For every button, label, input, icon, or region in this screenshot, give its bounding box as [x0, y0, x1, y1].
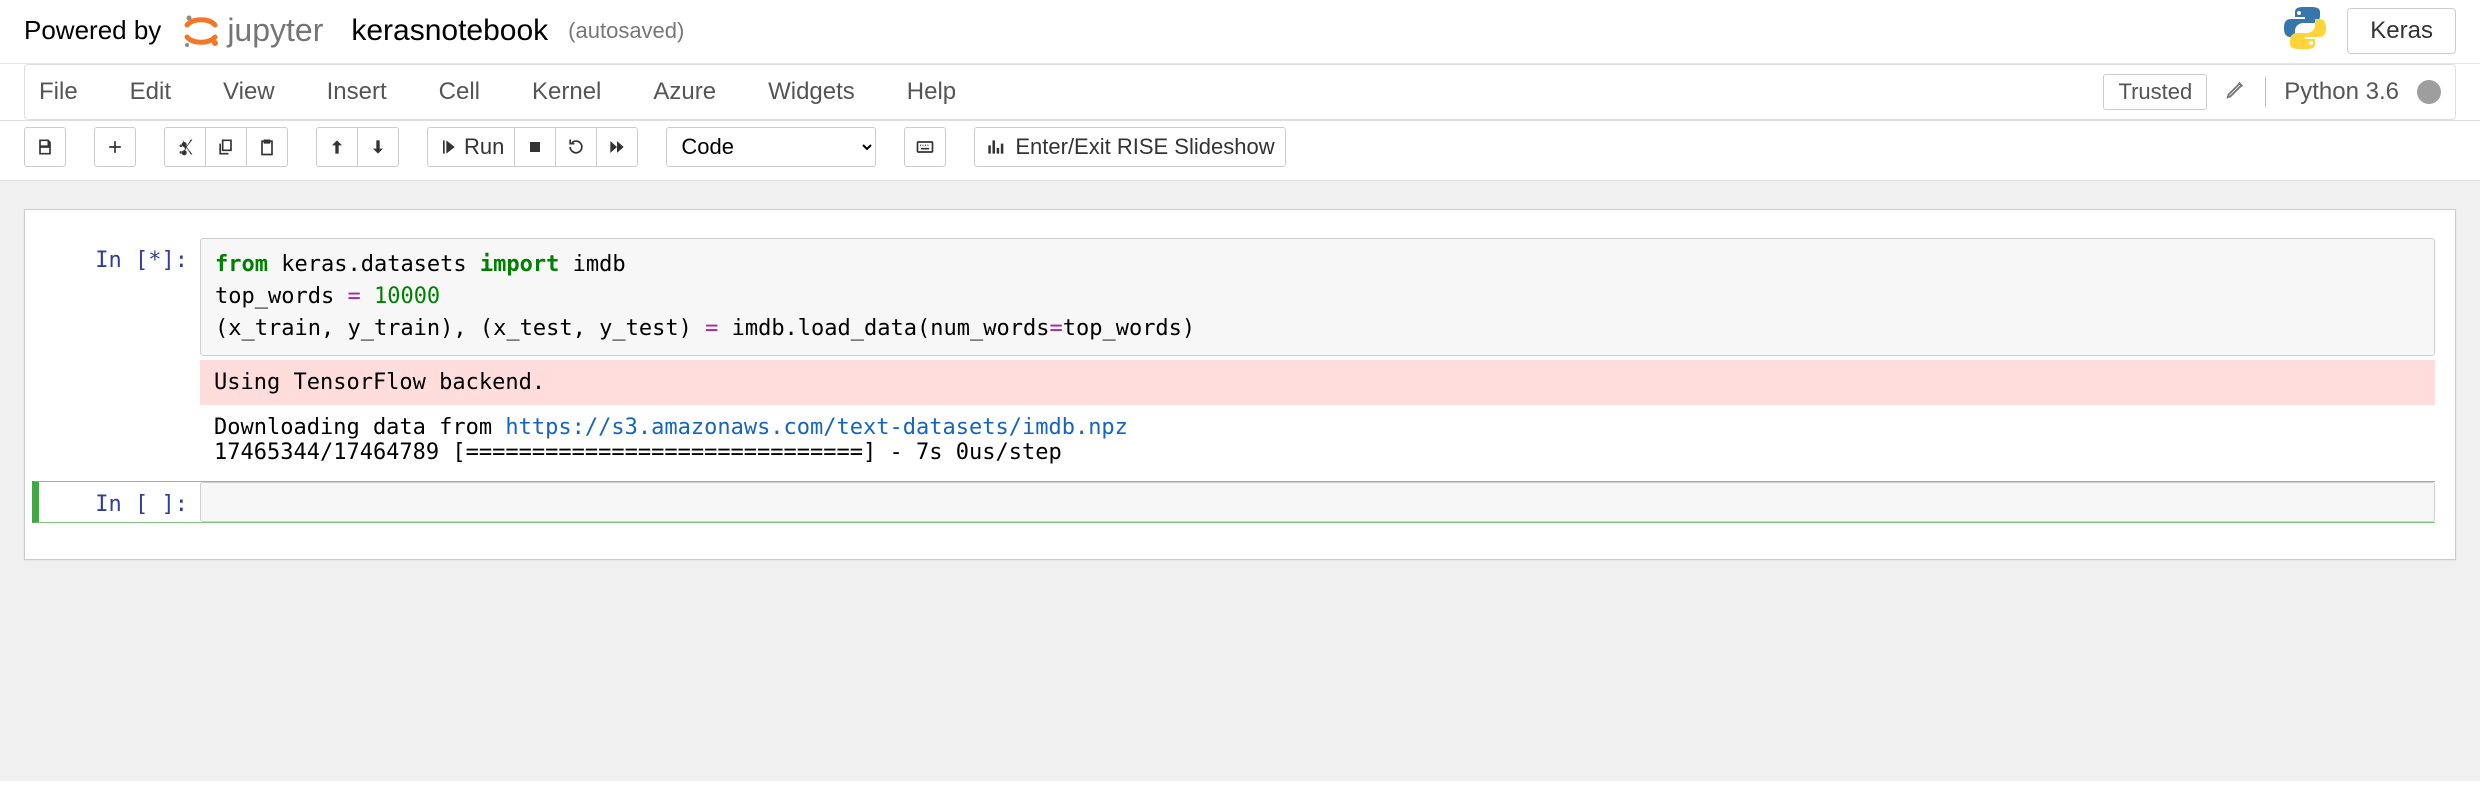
- arrow-up-icon: [327, 137, 347, 157]
- keras-kernel-pill[interactable]: Keras: [2347, 8, 2456, 54]
- scissors-icon: [175, 137, 195, 157]
- powered-by-label: Powered by: [24, 15, 161, 46]
- code-cell[interactable]: In [*]: from keras.datasets import imdb …: [45, 238, 2435, 475]
- menu-view[interactable]: View: [223, 78, 275, 106]
- move-group: [316, 127, 399, 167]
- cut-button[interactable]: [164, 127, 206, 167]
- run-group: Run: [427, 127, 638, 167]
- stop-icon: [525, 137, 545, 157]
- header-bar: Powered by jupyter kerasnotebook (autosa…: [0, 0, 2480, 64]
- move-down-button[interactable]: [357, 127, 399, 167]
- edit-icon[interactable]: [2225, 78, 2247, 106]
- autosave-indicator: (autosaved): [568, 18, 684, 44]
- run-button[interactable]: Run: [427, 127, 515, 167]
- menu-edit[interactable]: Edit: [130, 78, 171, 106]
- jupyter-logo[interactable]: jupyter: [179, 9, 323, 53]
- run-label: Run: [464, 134, 504, 160]
- code-cell-selected[interactable]: In [ ]:: [32, 481, 2435, 523]
- edit-group: [164, 127, 288, 167]
- run-step-icon: [438, 137, 458, 157]
- menu-widgets[interactable]: Widgets: [768, 78, 855, 106]
- stdout-text: Downloading data from: [214, 415, 505, 440]
- move-up-button[interactable]: [316, 127, 358, 167]
- save-button[interactable]: [24, 127, 66, 167]
- jupyter-name: jupyter: [227, 12, 323, 49]
- menu-file[interactable]: File: [39, 78, 78, 106]
- plus-icon: [105, 137, 125, 157]
- input-prompt: In [*]:: [45, 238, 200, 475]
- fast-forward-icon: [607, 137, 627, 157]
- stdout-text: 17465344/17464789 [=====================…: [214, 440, 1062, 465]
- jupyter-logo-icon: [179, 9, 223, 53]
- menubar-container: File Edit View Insert Cell Kernel Azure …: [0, 64, 2480, 121]
- arrow-down-icon: [368, 137, 388, 157]
- paste-button[interactable]: [246, 127, 288, 167]
- input-prompt: In [ ]:: [45, 482, 200, 522]
- command-palette-button[interactable]: [904, 127, 946, 167]
- notebook-scroll-area[interactable]: In [*]: from keras.datasets import imdb …: [0, 181, 2480, 781]
- bar-chart-icon: [985, 137, 1005, 157]
- menu-insert[interactable]: Insert: [327, 78, 387, 106]
- copy-button[interactable]: [205, 127, 247, 167]
- menubar: File Edit View Insert Cell Kernel Azure …: [24, 64, 2456, 120]
- code-input-area[interactable]: from keras.datasets import imdb top_word…: [200, 238, 2435, 356]
- rise-label: Enter/Exit RISE Slideshow: [1015, 134, 1274, 160]
- paste-icon: [257, 137, 277, 157]
- restart-run-all-button[interactable]: [596, 127, 638, 167]
- keyboard-icon: [915, 137, 935, 157]
- menu-help[interactable]: Help: [907, 78, 956, 106]
- cell-type-select[interactable]: Code: [666, 127, 876, 167]
- rise-slideshow-button[interactable]: Enter/Exit RISE Slideshow: [974, 127, 1285, 167]
- notebook-title[interactable]: kerasnotebook: [351, 14, 548, 48]
- menu-kernel[interactable]: Kernel: [532, 78, 601, 106]
- kernel-name[interactable]: Python 3.6: [2284, 78, 2399, 106]
- menu-items: File Edit View Insert Cell Kernel Azure …: [39, 78, 956, 106]
- divider: [2265, 77, 2266, 107]
- interrupt-button[interactable]: [514, 127, 556, 167]
- stdout-link[interactable]: https://s3.amazonaws.com/text-datasets/i…: [505, 415, 1128, 440]
- insert-cell-below-button[interactable]: [94, 127, 136, 167]
- notebook-container: In [*]: from keras.datasets import imdb …: [24, 209, 2456, 560]
- kernel-busy-indicator-icon[interactable]: [2417, 80, 2441, 104]
- menu-cell[interactable]: Cell: [439, 78, 480, 106]
- menu-azure[interactable]: Azure: [653, 78, 716, 106]
- toolbar: Run Code Enter/Exit RISE Slideshow: [0, 121, 2480, 181]
- copy-icon: [216, 137, 236, 157]
- restart-icon: [566, 137, 586, 157]
- restart-button[interactable]: [555, 127, 597, 167]
- python-logo-icon: [2281, 4, 2329, 58]
- code-input-area[interactable]: [200, 482, 2435, 522]
- stdout-output: Downloading data from https://s3.amazona…: [200, 405, 2435, 475]
- stderr-output: Using TensorFlow backend.: [200, 360, 2435, 405]
- save-icon: [35, 137, 55, 157]
- trusted-indicator[interactable]: Trusted: [2103, 74, 2207, 110]
